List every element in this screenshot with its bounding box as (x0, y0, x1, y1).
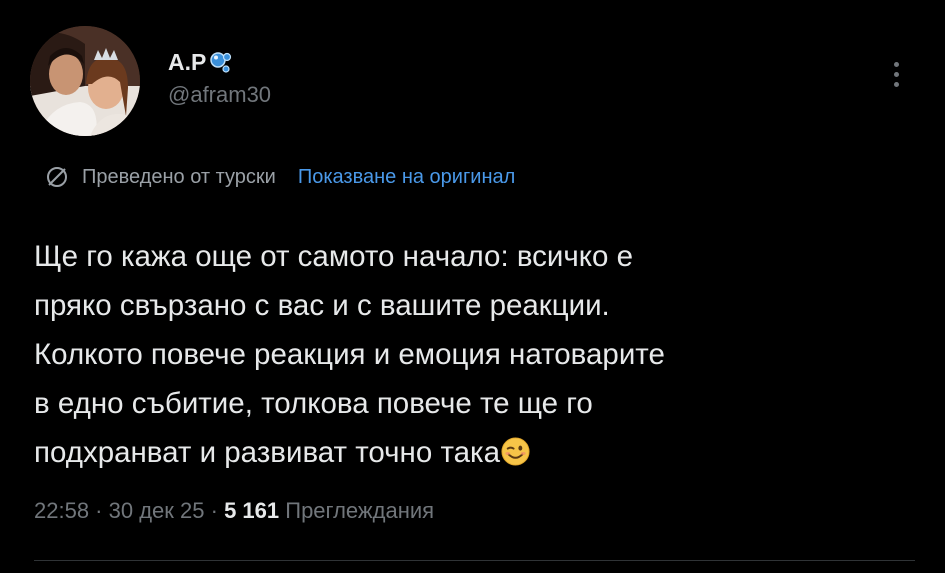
display-name[interactable]: A.P (168, 48, 206, 76)
translated-from-label: Преведено от турски (82, 166, 276, 188)
display-name-row[interactable]: A.P (168, 48, 271, 76)
post-text-line: подхранват и развиват точно така (34, 436, 500, 469)
winking-face-icon (501, 437, 530, 466)
translation-bar: Преведено от турски Показване на оригина… (44, 164, 515, 190)
post-text-line: пряко свързано с вас и с вашите реакции. (34, 289, 610, 322)
avatar[interactable] (30, 26, 140, 136)
post-text-line: Колкото повече реакция и емоция натовари… (34, 338, 665, 371)
user-handle[interactable]: @afram30 (168, 82, 271, 108)
translate-icon (47, 167, 67, 187)
more-vertical-icon (893, 61, 899, 67)
couple-photo-avatar (30, 26, 140, 136)
post-text: Ще го кажа още от самото начало: всичко … (34, 232, 914, 477)
bubbles-icon (208, 49, 234, 75)
divider (34, 560, 915, 561)
more-vertical-icon-dot (893, 81, 899, 87)
post-time[interactable]: 22:58 (34, 498, 89, 523)
post-header: A.P @afram30 (30, 26, 910, 136)
post-meta: 22:58 · 30 дек 25 · 5 161 Преглеждания (34, 497, 434, 525)
meta-separator: · (89, 498, 109, 523)
views-label[interactable]: Преглеждания (285, 498, 434, 523)
post-date[interactable]: 30 дек 25 (109, 498, 205, 523)
meta-separator: · (204, 498, 225, 523)
post-text-line: в едно събитие, толкова повече те ще го (34, 387, 593, 420)
views-count[interactable]: 5 161 (224, 498, 279, 523)
show-original-link[interactable]: Показване на оригинал (298, 164, 515, 190)
user-block: A.P @afram30 (168, 48, 271, 108)
post-text-line-last: подхранват и развиват точно така (34, 428, 914, 477)
post-text-line: Ще го кажа още от самото начало: всичко … (34, 240, 634, 273)
more-vertical-icon-dot (893, 71, 899, 77)
more-options-button[interactable] (882, 54, 910, 94)
